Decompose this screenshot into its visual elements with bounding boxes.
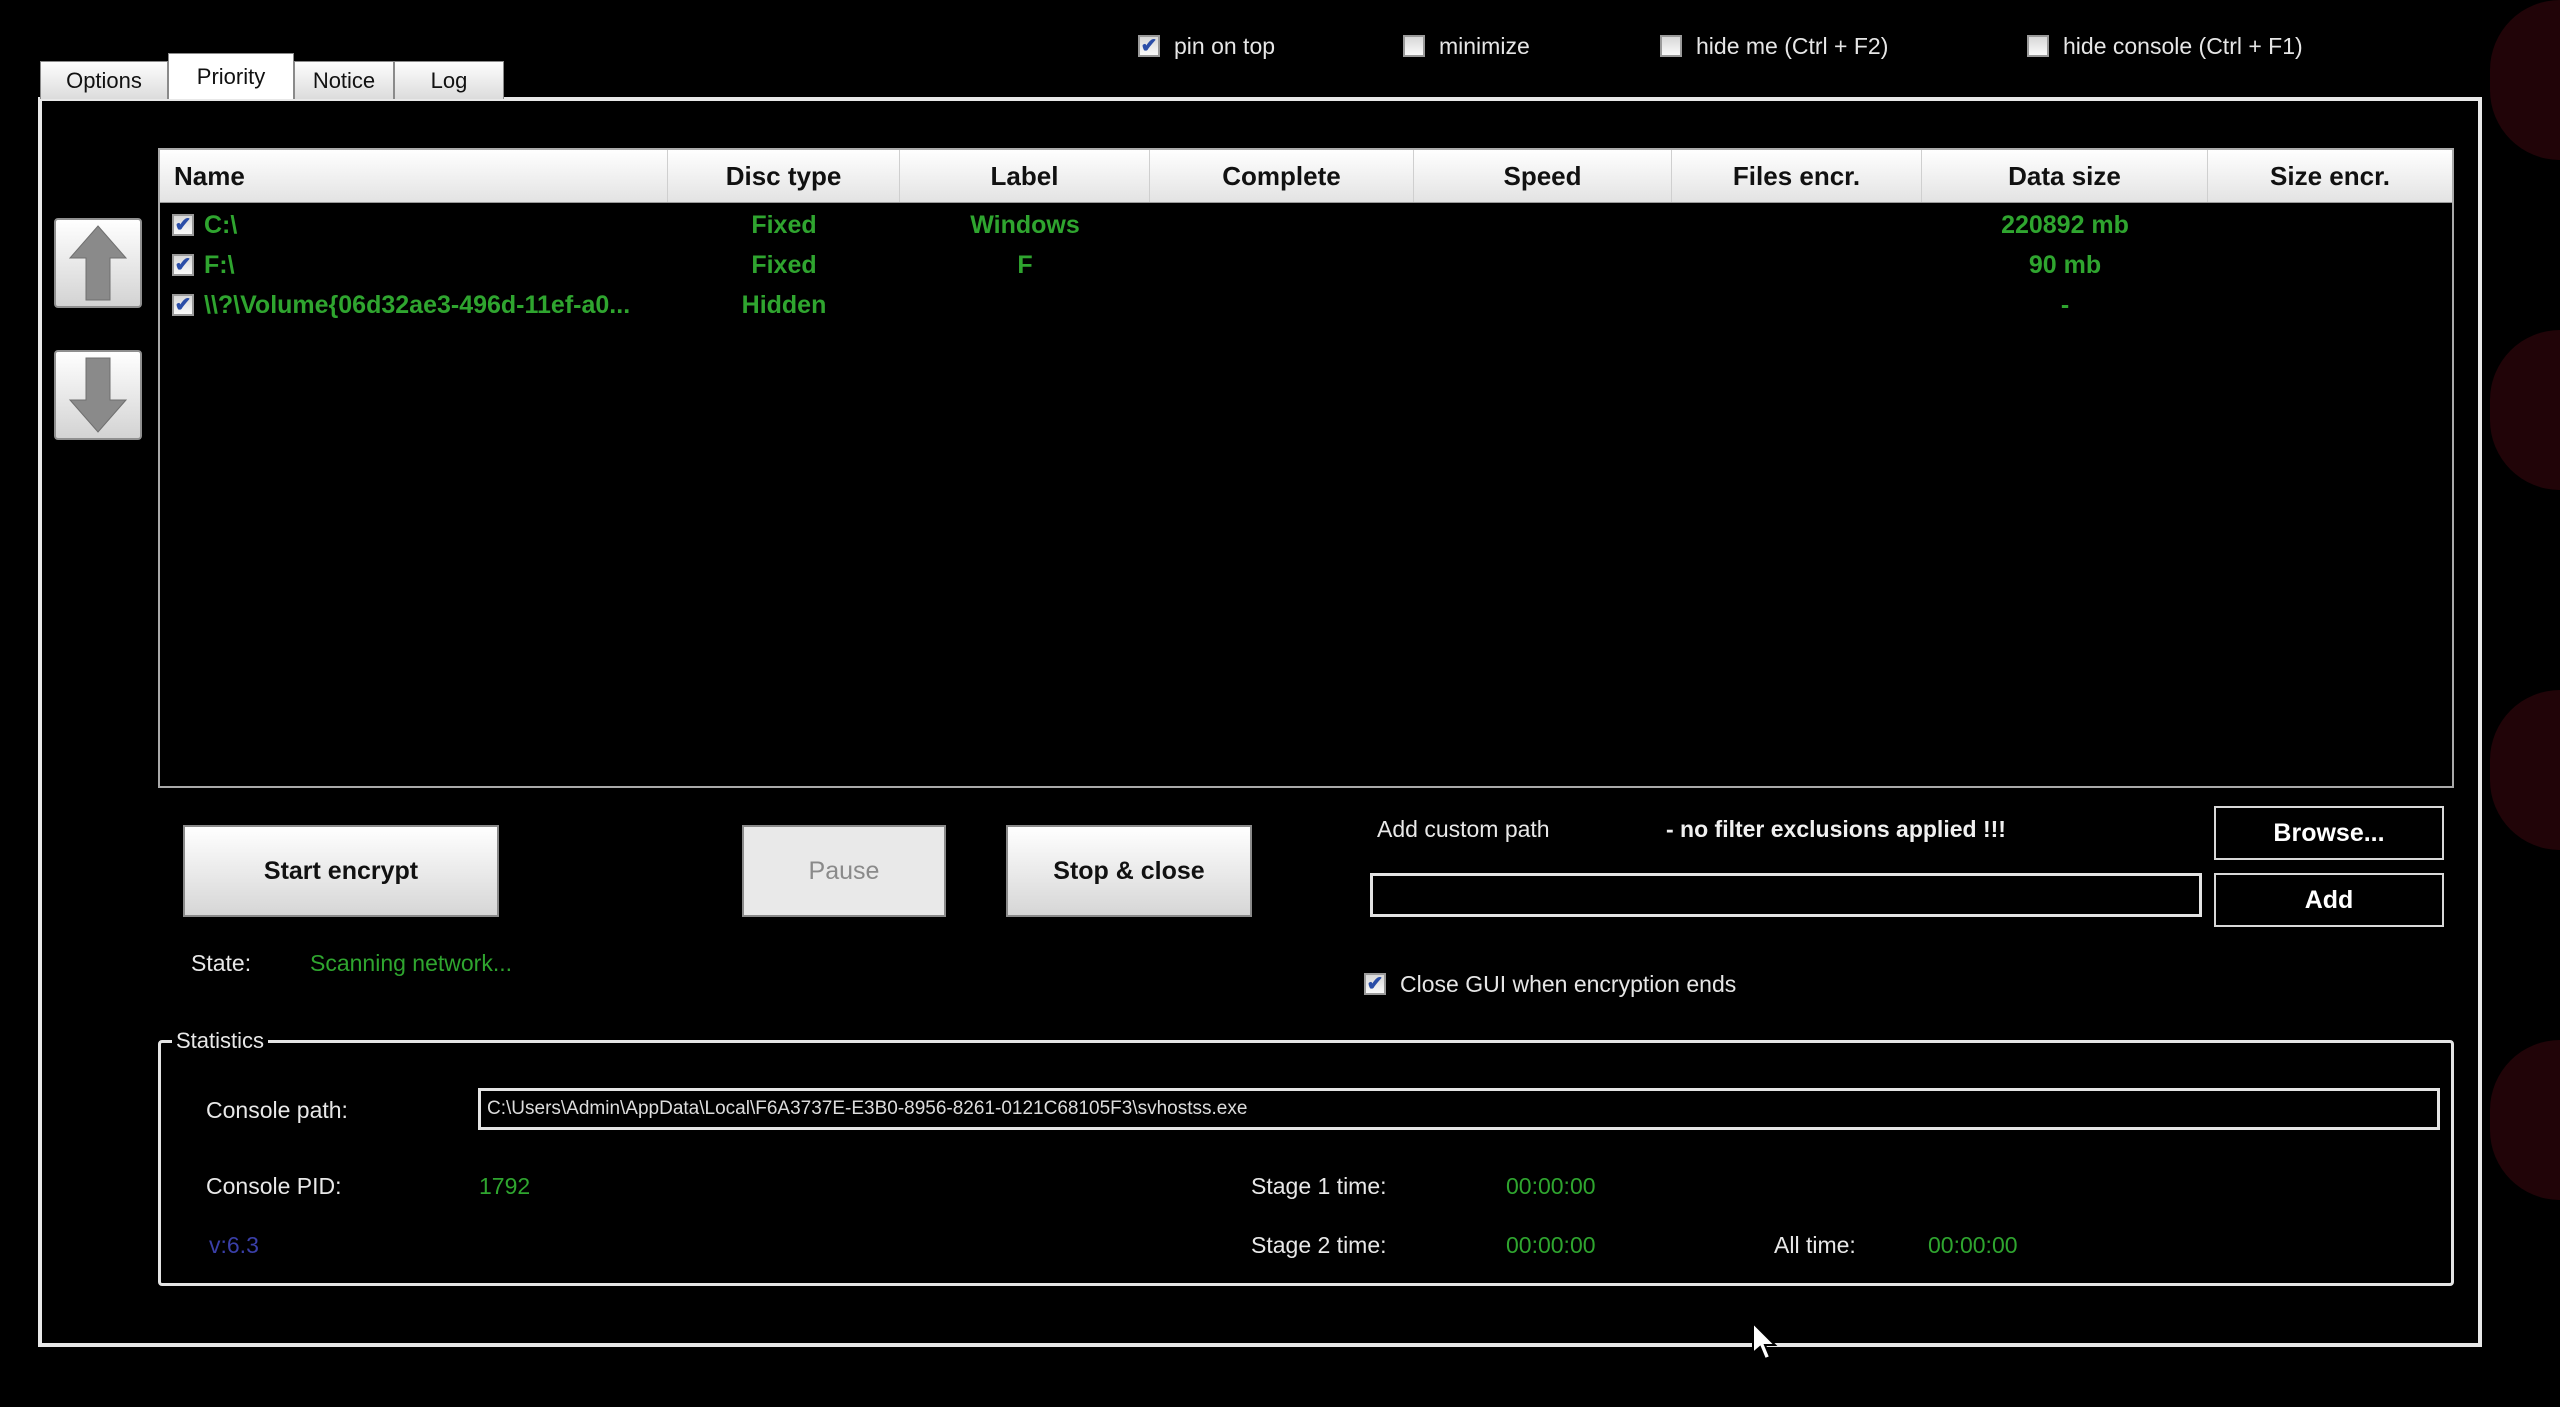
edge-artifact <box>2490 330 2560 490</box>
mouse-cursor-icon <box>1752 1322 1778 1361</box>
drive-name: \\?\Volume{06d32ae3-496d-11ef-a0... <box>204 290 631 319</box>
column-header-complete[interactable]: Complete <box>1150 150 1414 202</box>
console-pid-label: Console PID: <box>206 1173 342 1199</box>
minimize-label: minimize <box>1439 32 1530 59</box>
hide-me-label: hide me (Ctrl + F2) <box>1696 32 1889 59</box>
hide-console-label: hide console (Ctrl + F1) <box>2063 32 2303 59</box>
speed-cell <box>1414 245 1672 285</box>
drive-name: C:\ <box>204 210 238 239</box>
pin-on-top-option[interactable]: pin on top <box>1138 30 1275 62</box>
complete-cell <box>1150 285 1414 325</box>
pin-on-top-label: pin on top <box>1174 32 1276 59</box>
custom-path-label: Add custom path <box>1377 816 1550 842</box>
table-header: Name Disc type Label Complete Speed File… <box>160 150 2452 203</box>
tab-priority[interactable]: Priority <box>168 53 294 99</box>
tab-notice[interactable]: Notice <box>294 61 394 99</box>
hide-console-option[interactable]: hide console (Ctrl + F1) <box>2027 30 2303 62</box>
close-gui-checkbox[interactable] <box>1364 973 1386 995</box>
table-row[interactable]: F:\ Fixed F 90 mb <box>160 245 2452 285</box>
stage1-time-value: 00:00:00 <box>1506 1173 1596 1199</box>
size-encr-cell <box>2208 245 2452 285</box>
speed-cell <box>1414 205 1672 245</box>
console-path-label: Console path: <box>206 1097 348 1123</box>
tab-log[interactable]: Log <box>394 61 504 99</box>
close-gui-label: Close GUI when encryption ends <box>1400 970 1737 997</box>
label-cell <box>900 285 1150 325</box>
label-cell: Windows <box>970 210 1080 239</box>
row-checkbox[interactable] <box>172 294 194 316</box>
arrow-up-icon <box>68 225 128 301</box>
disc-type-cell: Fixed <box>751 210 817 239</box>
name-cell: \\?\Volume{06d32ae3-496d-11ef-a0... <box>160 285 668 325</box>
pause-button[interactable]: Pause <box>742 825 946 917</box>
stop-close-button[interactable]: Stop & close <box>1006 825 1252 917</box>
arrow-down-icon <box>68 357 128 433</box>
console-path-field[interactable]: C:\Users\Admin\AppData\Local\F6A3737E-E3… <box>478 1088 2440 1130</box>
all-time-label: All time: <box>1774 1232 1856 1258</box>
data-size-cell: 220892 mb <box>2001 210 2129 239</box>
state-value: Scanning network... <box>310 950 513 976</box>
disc-type-cell: Hidden <box>741 290 827 319</box>
table-row[interactable]: C:\ Fixed Windows 220892 mb <box>160 205 2452 245</box>
tab-bar: Options Priority Notice Log <box>40 53 504 99</box>
minimize-checkbox[interactable] <box>1403 35 1425 57</box>
stage1-time-label: Stage 1 time: <box>1251 1173 1387 1199</box>
data-size-cell: 90 mb <box>2028 250 2102 279</box>
drives-table: Name Disc type Label Complete Speed File… <box>158 148 2454 788</box>
size-encr-cell <box>2208 205 2452 245</box>
tab-options[interactable]: Options <box>40 61 168 99</box>
move-down-button[interactable] <box>54 350 142 440</box>
files-encr-cell <box>1672 205 1922 245</box>
row-checkbox[interactable] <box>172 254 194 276</box>
table-row[interactable]: \\?\Volume{06d32ae3-496d-11ef-a0... Hidd… <box>160 285 2452 325</box>
files-encr-cell <box>1672 245 1922 285</box>
column-header-data-size[interactable]: Data size <box>1922 150 2208 202</box>
add-path-button[interactable]: Add <box>2214 873 2444 927</box>
statistics-title: Statistics <box>172 1028 269 1054</box>
version-label: v:6.3 <box>209 1232 259 1258</box>
size-encr-cell <box>2208 285 2452 325</box>
filter-warning: - no filter exclusions applied !!! <box>1666 816 2006 842</box>
move-up-button[interactable] <box>54 218 142 308</box>
edge-artifact <box>2490 0 2560 160</box>
files-encr-cell <box>1672 285 1922 325</box>
start-encrypt-button[interactable]: Start encrypt <box>183 825 499 917</box>
data-size-cell: - <box>2060 290 2070 319</box>
edge-artifact <box>2490 690 2560 850</box>
column-header-disc-type[interactable]: Disc type <box>668 150 900 202</box>
column-header-name[interactable]: Name <box>160 150 668 202</box>
complete-cell <box>1150 205 1414 245</box>
disc-type-cell: Fixed <box>751 250 817 279</box>
column-header-label[interactable]: Label <box>900 150 1150 202</box>
console-pid-value: 1792 <box>479 1173 531 1199</box>
column-header-size-encr[interactable]: Size encr. <box>2208 150 2452 202</box>
custom-path-input[interactable] <box>1370 873 2202 917</box>
hide-me-checkbox[interactable] <box>1660 35 1682 57</box>
stage2-time-value: 00:00:00 <box>1506 1232 1596 1258</box>
speed-cell <box>1414 285 1672 325</box>
column-header-files-encr[interactable]: Files encr. <box>1672 150 1922 202</box>
browse-button[interactable]: Browse... <box>2214 806 2444 860</box>
hide-me-option[interactable]: hide me (Ctrl + F2) <box>1660 30 1888 62</box>
name-cell: F:\ <box>160 245 668 285</box>
row-checkbox[interactable] <box>172 214 194 236</box>
all-time-value: 00:00:00 <box>1928 1232 2018 1258</box>
column-header-speed[interactable]: Speed <box>1414 150 1672 202</box>
complete-cell <box>1150 245 1414 285</box>
hide-console-checkbox[interactable] <box>2027 35 2049 57</box>
pin-on-top-checkbox[interactable] <box>1138 35 1160 57</box>
state-label: State: <box>191 950 252 976</box>
label-cell: F <box>1017 250 1033 279</box>
close-gui-option[interactable]: Close GUI when encryption ends <box>1364 968 1736 1000</box>
drive-name: F:\ <box>204 250 235 279</box>
minimize-option[interactable]: minimize <box>1403 30 1530 62</box>
edge-artifact <box>2490 1040 2560 1200</box>
name-cell: C:\ <box>160 205 668 245</box>
stage2-time-label: Stage 2 time: <box>1251 1232 1387 1258</box>
